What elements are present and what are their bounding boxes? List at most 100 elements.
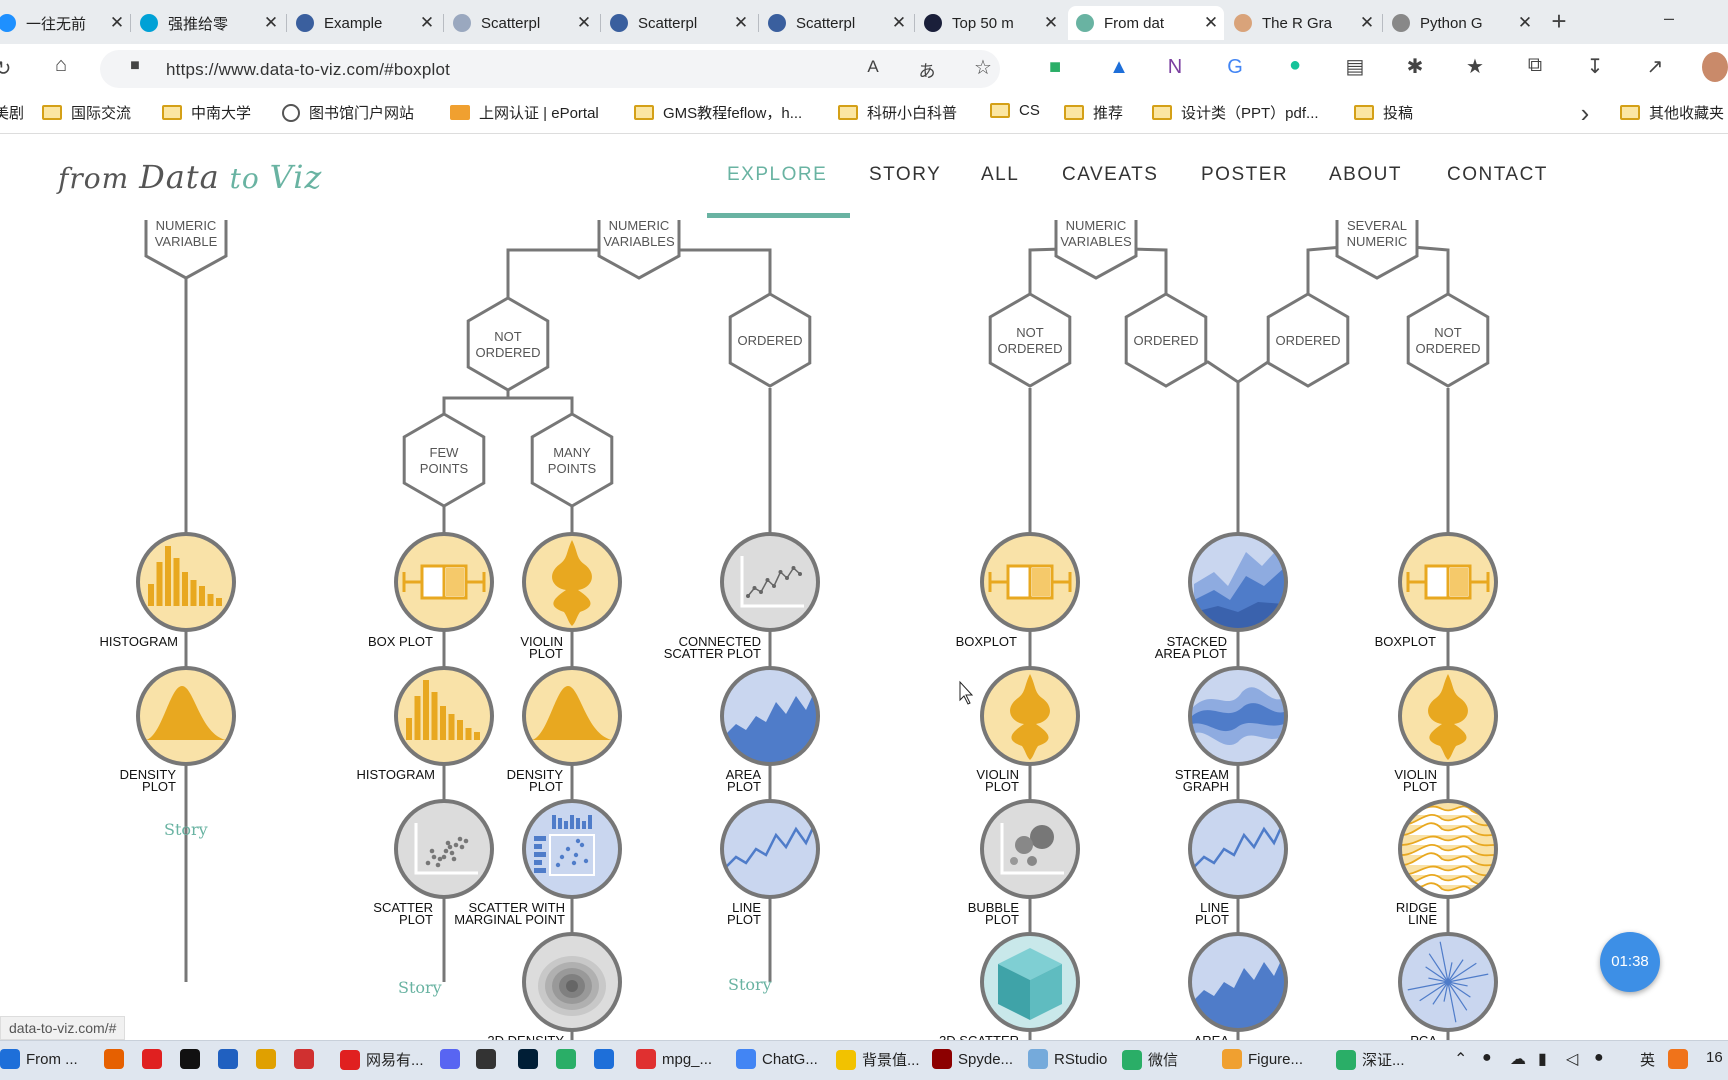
taskbar-app[interactable] [556, 1049, 582, 1069]
chart-node[interactable] [1188, 932, 1288, 1032]
tab-close-icon[interactable]: ✕ [1354, 13, 1380, 33]
tab-close-icon[interactable]: ✕ [1198, 13, 1224, 33]
extension-icon-2[interactable]: ▲ [1104, 56, 1134, 79]
chart-node[interactable] [1188, 799, 1288, 899]
onenote-icon[interactable]: N [1160, 56, 1190, 79]
wechat-icon[interactable]: ● [1594, 1049, 1604, 1067]
browser-tab[interactable]: Top 50 m ✕ [916, 6, 1064, 40]
input-method-indicator[interactable]: 英 [1640, 1049, 1655, 1070]
chart-node[interactable] [1398, 932, 1498, 1032]
chart-node[interactable] [522, 799, 622, 899]
chart-node[interactable] [980, 932, 1080, 1032]
clock-text[interactable]: 16 [1706, 1049, 1723, 1066]
mic-icon[interactable]: ▮ [1538, 1049, 1547, 1069]
bookmark-item[interactable]: GMS教程feflow，h... [634, 102, 802, 123]
nav-contact[interactable]: CONTACT [1447, 164, 1548, 186]
share-icon[interactable]: ↗ [1640, 54, 1670, 79]
home-icon[interactable]: ⌂ [46, 54, 76, 77]
taskbar-app[interactable]: Figure... [1222, 1049, 1303, 1069]
taskbar-app[interactable]: RStudio [1028, 1049, 1107, 1069]
chart-node[interactable] [1188, 666, 1288, 766]
refresh-icon[interactable]: ↻ [0, 56, 18, 81]
url-box[interactable]: ■ https://www.data-to-viz.com/#boxplot A… [100, 50, 1000, 88]
translate-icon[interactable]: あ [912, 57, 942, 82]
chevron-up-icon[interactable]: ⌃ [1454, 1049, 1467, 1069]
chart-node[interactable] [136, 666, 236, 766]
bookmark-item[interactable]: 上网认证 | ePortal [450, 102, 599, 123]
download-icon[interactable]: ↧ [1580, 54, 1610, 79]
site-logo[interactable]: from Data to Viz [58, 158, 322, 196]
browser-tab[interactable]: Python G ✕ [1384, 6, 1538, 40]
tab-close-icon[interactable]: ✕ [1038, 13, 1064, 33]
chart-node[interactable] [720, 532, 820, 632]
favorite-star-icon[interactable]: ☆ [968, 55, 998, 80]
tab-close-icon[interactable]: ✕ [1512, 13, 1538, 33]
new-tab-icon[interactable]: + [1544, 6, 1574, 37]
taskbar-app[interactable]: 背景值... [836, 1049, 920, 1070]
chart-node[interactable] [1398, 666, 1498, 766]
chart-node[interactable] [720, 666, 820, 766]
chart-node[interactable] [1398, 799, 1498, 899]
nav-caveats[interactable]: CAVEATS [1062, 164, 1158, 186]
bookmark-item[interactable]: 投稿 [1354, 102, 1413, 123]
tab-close-icon[interactable]: ✕ [258, 13, 284, 33]
grammarly-icon[interactable]: ● [1280, 54, 1310, 77]
tab-close-icon[interactable]: ✕ [104, 13, 130, 33]
extensions-icon[interactable]: ✱ [1400, 54, 1430, 79]
taskbar-app[interactable] [440, 1049, 466, 1069]
bookmark-item[interactable]: 美剧 [0, 102, 24, 123]
timer-badge[interactable]: 01:38 [1600, 932, 1660, 992]
taskbar-app[interactable]: ChatG... [736, 1049, 818, 1069]
avatar[interactable] [1702, 52, 1728, 82]
qq-icon[interactable]: ● [1482, 1049, 1492, 1067]
chart-node[interactable] [1188, 532, 1288, 632]
minimize-icon[interactable]: – [1654, 8, 1684, 29]
bookmark-item[interactable]: CS [990, 102, 1040, 119]
bookmark-item[interactable]: 设计类（PPT）pdf... [1152, 102, 1319, 123]
taskbar-app[interactable]: mpg_... [636, 1049, 712, 1069]
chart-node[interactable] [394, 799, 494, 899]
nav-story[interactable]: STORY [869, 164, 941, 186]
taskbar-app[interactable] [294, 1049, 320, 1069]
tab-close-icon[interactable]: ✕ [886, 13, 912, 33]
tab-close-icon[interactable]: ✕ [414, 13, 440, 33]
taskbar-app[interactable] [594, 1049, 620, 1069]
chart-node[interactable] [980, 532, 1080, 632]
taskbar-app[interactable] [518, 1049, 544, 1069]
translate-ext-icon[interactable]: G [1220, 56, 1250, 79]
favorites-icon[interactable]: ★ [1460, 54, 1490, 79]
bookmarks-overflow-chevron-icon[interactable]: › [1570, 98, 1600, 129]
tab-close-icon[interactable]: ✕ [571, 13, 597, 33]
taskbar-app[interactable] [104, 1049, 130, 1069]
bookmark-item[interactable]: 中南大学 [162, 102, 251, 123]
browser-tab[interactable]: Example ✕ [288, 6, 440, 40]
chart-node[interactable] [980, 666, 1080, 766]
story-link[interactable]: Story [728, 975, 772, 994]
taskbar-app[interactable]: From ... [0, 1049, 78, 1069]
nav-all[interactable]: ALL [981, 164, 1019, 186]
chart-node[interactable] [720, 799, 820, 899]
story-link[interactable]: Story [398, 978, 442, 997]
taskbar-app[interactable]: 微信 [1122, 1049, 1178, 1070]
bookmark-item[interactable]: 国际交流 [42, 102, 131, 123]
taskbar-app[interactable] [476, 1049, 502, 1069]
bookmark-item[interactable]: 图书馆门户网站 [282, 102, 414, 123]
nav-about[interactable]: ABOUT [1329, 164, 1402, 186]
read-aloud-icon[interactable]: A [858, 57, 888, 77]
browser-tab[interactable]: The R Gra ✕ [1226, 6, 1380, 40]
chart-node[interactable] [522, 532, 622, 632]
taskbar-app[interactable] [180, 1049, 206, 1069]
story-link[interactable]: Story [164, 820, 208, 839]
chart-node[interactable] [980, 799, 1080, 899]
taskbar-app[interactable] [256, 1049, 282, 1069]
browser-tab[interactable]: Scatterpl ✕ [760, 6, 912, 40]
browser-tab[interactable]: From dat ✕ [1068, 6, 1224, 40]
browser-tab[interactable]: 强推给零 ✕ [132, 6, 284, 40]
chart-node[interactable] [522, 932, 622, 1032]
bookmark-item[interactable]: 推荐 [1064, 102, 1123, 123]
bookmark-item[interactable]: 科研小白科普 [838, 102, 957, 123]
taskbar-app[interactable]: Spyde... [932, 1049, 1013, 1069]
taskbar-app[interactable]: 网易有... [340, 1049, 424, 1070]
browser-tab[interactable]: Scatterpl ✕ [445, 6, 597, 40]
nav-explore[interactable]: EXPLORE [727, 164, 827, 186]
